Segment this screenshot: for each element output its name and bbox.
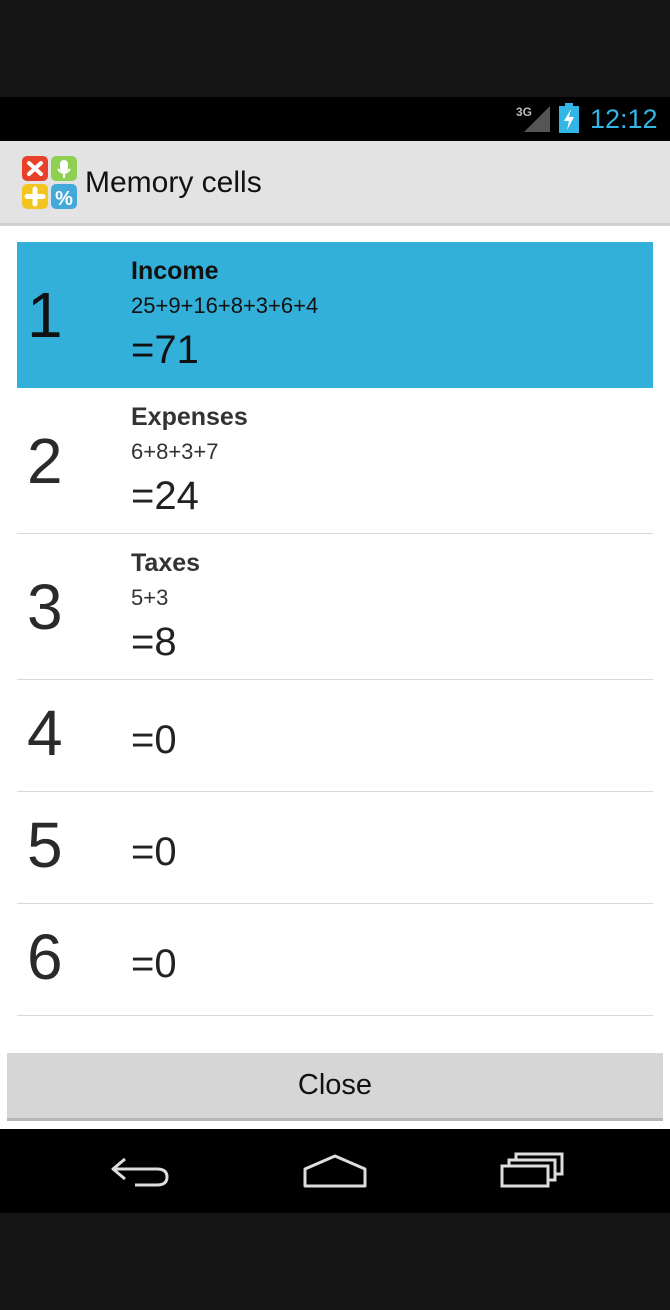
home-icon[interactable]	[300, 1151, 370, 1191]
memory-cells-screen: % Memory cells 1 Income 25+9+16+8+3+6+4 …	[0, 141, 670, 1129]
cell-number: 6	[27, 921, 63, 993]
cell-name: Expenses	[131, 403, 248, 431]
calculator-app-icon: %	[22, 156, 77, 210]
cell-expression: 5+3	[131, 585, 169, 610]
memory-cell-4[interactable]: 4 =0	[17, 680, 653, 792]
cell-number: 5	[27, 809, 63, 881]
memory-cell-5[interactable]: 5 =0	[17, 792, 653, 904]
memory-cell-list: 1 Income 25+9+16+8+3+6+4 =71 2 Expenses …	[17, 242, 653, 1016]
navigation-bar	[0, 1129, 670, 1213]
cell-number: 3	[27, 571, 63, 643]
cell-result: =0	[131, 830, 177, 874]
svg-text:%: %	[55, 188, 73, 210]
close-button-container: Close	[7, 1053, 663, 1121]
recent-apps-icon[interactable]	[497, 1151, 567, 1191]
battery-charging-icon	[559, 103, 579, 133]
memory-cell-2[interactable]: 2 Expenses 6+8+3+7 =24	[17, 388, 653, 534]
network-type-label: 3G	[516, 105, 532, 119]
bottom-bezel	[0, 1213, 670, 1310]
cell-result: =8	[131, 620, 177, 664]
status-bar: 3G 12:12	[0, 97, 670, 141]
cell-result: =0	[131, 718, 177, 762]
signal-3g-icon: 3G	[516, 105, 550, 132]
close-button[interactable]: Close	[7, 1053, 663, 1121]
cell-result: =0	[131, 942, 177, 986]
memory-cell-1[interactable]: 1 Income 25+9+16+8+3+6+4 =71	[17, 242, 653, 388]
top-bezel	[0, 0, 670, 97]
cell-name: Taxes	[131, 549, 201, 577]
cell-name: Income	[131, 257, 219, 285]
cell-number: 4	[27, 697, 63, 769]
cell-number: 1	[27, 279, 63, 351]
action-bar: % Memory cells	[0, 141, 670, 226]
cell-number: 2	[27, 425, 63, 497]
cell-result: =24	[131, 474, 199, 518]
memory-cell-6[interactable]: 6 =0	[17, 904, 653, 1016]
cell-expression: 6+8+3+7	[131, 439, 219, 464]
cell-result: =71	[131, 328, 199, 372]
back-icon[interactable]	[105, 1151, 175, 1191]
page-title: Memory cells	[85, 166, 262, 199]
cell-expression: 25+9+16+8+3+6+4	[131, 293, 319, 318]
clock: 12:12	[590, 104, 658, 134]
memory-cell-3[interactable]: 3 Taxes 5+3 =8	[17, 534, 653, 680]
